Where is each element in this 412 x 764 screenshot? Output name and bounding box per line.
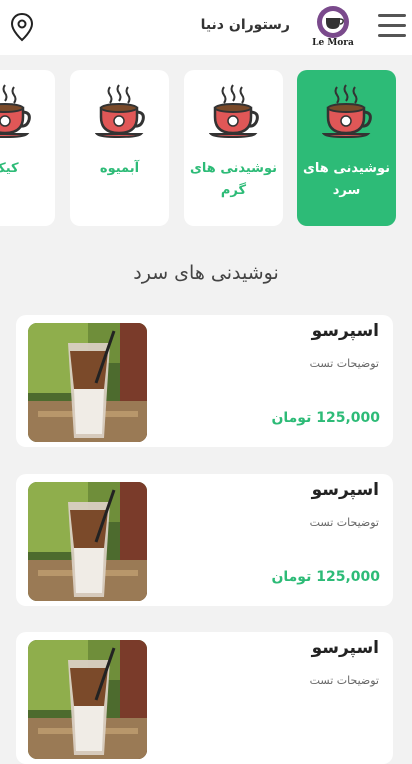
logo: Le Mora: [310, 2, 356, 50]
product-card[interactable]: اسپرسو توضیحات تست 125,000 تومان: [16, 315, 393, 447]
product-name: اسپرسو: [311, 638, 379, 658]
category-cold-drinks[interactable]: نوشیدنی های سرد: [297, 70, 396, 226]
product-name: اسپرسو: [311, 321, 379, 341]
coffee-cup-icon: [322, 84, 372, 138]
app-header: Le Mora رستوران دنیا: [0, 0, 412, 55]
hamburger-menu-icon[interactable]: [378, 14, 406, 38]
product-description: توضیحات تست: [309, 357, 379, 370]
coffee-cup-icon: [95, 84, 145, 138]
product-price: 125,000 تومان: [271, 569, 380, 585]
coffee-cup-icon: [0, 84, 31, 138]
restaurant-name: رستوران دنیا: [200, 17, 290, 33]
category-label: آبمیوه: [99, 161, 140, 176]
product-image: [28, 640, 147, 759]
coffee-cup-icon: [209, 84, 259, 138]
product-name: اسپرسو: [311, 480, 379, 500]
logo-text: Le Mora: [312, 38, 354, 48]
category-juice[interactable]: آبمیوه: [70, 70, 169, 226]
product-image: [28, 482, 147, 601]
category-carousel[interactable]: نوشیدنی های سرد نوشیدنی های گرم آبمیوه ک…: [0, 70, 412, 226]
product-description: توضیحات تست: [309, 516, 379, 529]
category-label: کیک: [0, 161, 19, 176]
product-description: توضیحات تست: [309, 674, 379, 687]
location-pin-icon[interactable]: [10, 12, 34, 42]
category-cake[interactable]: کیک: [0, 70, 55, 226]
product-card[interactable]: اسپرسو توضیحات تست 125,000 تومان: [16, 474, 393, 606]
product-price: 125,000 تومان: [271, 410, 380, 426]
category-hot-drinks[interactable]: نوشیدنی های گرم: [184, 70, 283, 226]
product-image: [28, 323, 147, 442]
product-card[interactable]: اسپرسو توضیحات تست: [16, 632, 393, 764]
category-label: نوشیدنی های گرم: [189, 161, 277, 198]
section-title: نوشیدنی های سرد: [133, 262, 279, 284]
category-label: نوشیدنی های سرد: [302, 161, 390, 198]
